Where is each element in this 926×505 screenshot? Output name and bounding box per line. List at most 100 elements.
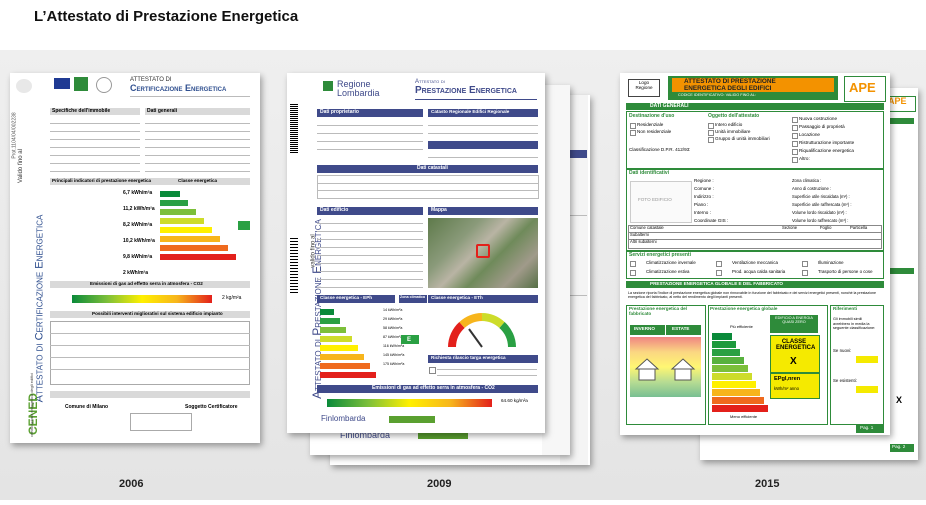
lombardia-logo-icon (16, 79, 32, 93)
destinazione-label: Destinazione d'uso (629, 113, 675, 119)
gruppo-unita-checkbox[interactable] (708, 137, 714, 143)
servizio-2-checkbox[interactable] (716, 261, 722, 267)
section-mappa: Mappa (431, 207, 447, 213)
catasto-table (317, 175, 539, 199)
servizio-1-checkbox[interactable] (630, 261, 636, 267)
fabbricato-label: Prestazione energetica del fabbricato (629, 306, 687, 316)
non-residenziale-label: Non residenziale (637, 129, 672, 134)
class-marker (238, 221, 250, 230)
interventi-table (50, 321, 250, 385)
ristrutturazione-checkbox[interactable] (792, 141, 798, 147)
section-specifiche: Specifiche dell'immobile (52, 108, 111, 114)
residenziale-label: Residenziale (637, 122, 664, 127)
targa-checkbox[interactable] (429, 367, 436, 374)
residenziale-checkbox[interactable] (630, 123, 636, 129)
classe-energetica-value: X (790, 356, 797, 367)
ep-label: EPgl,nren (774, 376, 801, 382)
section-emissioni: Emissioni di gas ad effetto serra in atm… (372, 385, 495, 391)
header-title: Certificazione Energetica (130, 83, 227, 93)
dati-identificativi-label: Dati identificativi (629, 170, 670, 176)
emissions-value: 64.60 kg/m²a (501, 398, 528, 403)
unita-immobiliare-checkbox[interactable] (708, 130, 714, 136)
section-dati-generali: Dati generali (147, 108, 178, 114)
stamp-box (130, 413, 192, 431)
classe-energetica-label: CLASSE ENERGETICA (776, 339, 816, 351)
section-classe: Classe energetica (178, 178, 218, 183)
valid-label: Valido fino al (17, 149, 24, 183)
barcode-icon (290, 103, 298, 153)
catasto-table (628, 225, 882, 249)
municipality-seal-icon (96, 77, 112, 93)
prestazione-text: La sezione riporta l'indice di prestazio… (628, 291, 877, 300)
riferimenti-text: Gli immobili simili avrebbero in media l… (833, 317, 876, 331)
ape-logo: APE (844, 76, 886, 102)
header-title: Prestazione Energetica (415, 85, 517, 96)
riqualificazione-checkbox[interactable] (792, 149, 798, 155)
foto-label: FOTO EDIFICIO (638, 197, 672, 202)
section-targa: Richiesta rilascio targa energetica (431, 355, 506, 360)
oggetto-label: Oggetto dell'attestato (708, 113, 760, 119)
intero-edificio-checkbox[interactable] (708, 123, 714, 129)
header-subtitle: CODICE IDENTIFICATIVO: VALIDO FINO AL: (678, 93, 756, 97)
se-nuovi-label: Se nuovi: (833, 348, 852, 353)
servizio-6-checkbox[interactable] (802, 270, 808, 276)
servizio-5-checkbox[interactable] (716, 270, 722, 276)
emissions-bar (72, 295, 212, 303)
se-esistenti-label: Se esistenti: (833, 378, 857, 383)
estate-label: ESTATE (672, 326, 690, 331)
header-title-2: ENERGETICA DEGLI EDIFICI (684, 85, 772, 92)
unita-immobiliare-label: Unità immobiliare (715, 129, 751, 134)
section-indicatori: Principali indicatori di prestazione ene… (52, 178, 152, 183)
side-label: Attestato di Certificazione Energetica (33, 214, 46, 403)
meno-efficiente-label: Meno efficiente (730, 414, 758, 419)
inverno-label: INVERNO (634, 326, 655, 331)
footer-right: Soggetto Certificatore (185, 404, 238, 410)
barcode-icon-2 (290, 238, 298, 293)
house-summer-icon (670, 358, 696, 381)
section-catasto-regionale: Catasto Regionale Edifici Regionale (431, 109, 510, 114)
year-2015: 2015 (755, 478, 780, 490)
altro-checkbox[interactable] (792, 157, 798, 163)
piu-efficiente-label: Più efficiente (730, 324, 753, 329)
year-2006: 2006 (119, 478, 144, 490)
footer-left: Comune di Milano (65, 404, 109, 410)
page-label: Pag. 1 (860, 425, 874, 430)
section-dati-edificio: Dati edificio (320, 207, 349, 213)
section-interventi: Possibili interventi migliorativi sul si… (92, 311, 223, 316)
section-proprietario: Dati proprietario (320, 109, 359, 115)
certificate-2006[interactable]: ATTESTATO DI Certificazione Energetica A… (10, 73, 260, 443)
nuova-costruzione-checkbox[interactable] (792, 117, 798, 123)
brand-regione: Regione Lombardia (337, 79, 380, 98)
cened-footer-logo (389, 416, 435, 423)
ep-unit: kWh/m² anno (774, 386, 799, 391)
passaggio-proprieta-checkbox[interactable] (792, 125, 798, 131)
house-winter-icon (634, 358, 660, 381)
logo-regione-label: Logo Regione (635, 80, 653, 90)
classificazione-label: Classificazione D.P.R. 412/93: (629, 147, 691, 152)
servizio-4-checkbox[interactable] (630, 270, 636, 276)
non-residenziale-checkbox[interactable] (630, 130, 636, 136)
riferimenti-label: Riferimenti (833, 306, 857, 311)
section-classe-eph: Classe energetica - EPh (320, 295, 373, 300)
finlombarda-brand: Finlombarda (321, 414, 366, 423)
section-dati-generali: DATI GENERALI (650, 103, 689, 109)
lombardia-cross-icon (323, 81, 333, 91)
map-marker-icon (476, 244, 490, 258)
emissions-value: 2 kg/m²a (222, 295, 242, 301)
servizio-3-checkbox[interactable] (802, 261, 808, 267)
aerial-map-image (428, 218, 538, 288)
valid-label: valido fino al (310, 234, 317, 268)
section-dati-catastali: Dati catastali (417, 165, 448, 171)
intero-edificio-label: Intero edificio (715, 122, 743, 127)
slide-title: L’Attestato di Prestazione Energetica (34, 8, 299, 25)
year-2009: 2009 (427, 478, 452, 490)
emissions-bar (327, 399, 492, 407)
section-prestazione: PRESTAZIONE ENERGETICA GLOBALE E DEL FAB… (650, 281, 783, 286)
certificate-2015[interactable]: Logo Regione ATTESTATO DI PRESTAZIONE EN… (620, 73, 890, 435)
eth-gauge (448, 313, 516, 348)
section-emissioni: Emissioni di gas ad effetto serra in atm… (90, 281, 203, 286)
section-zona: Zona climatica (400, 295, 425, 299)
eu-flag-icon (54, 78, 70, 89)
locazione-checkbox[interactable] (792, 133, 798, 139)
certificate-2009[interactable]: Regione Lombardia Attestato di Prestazio… (287, 73, 545, 433)
